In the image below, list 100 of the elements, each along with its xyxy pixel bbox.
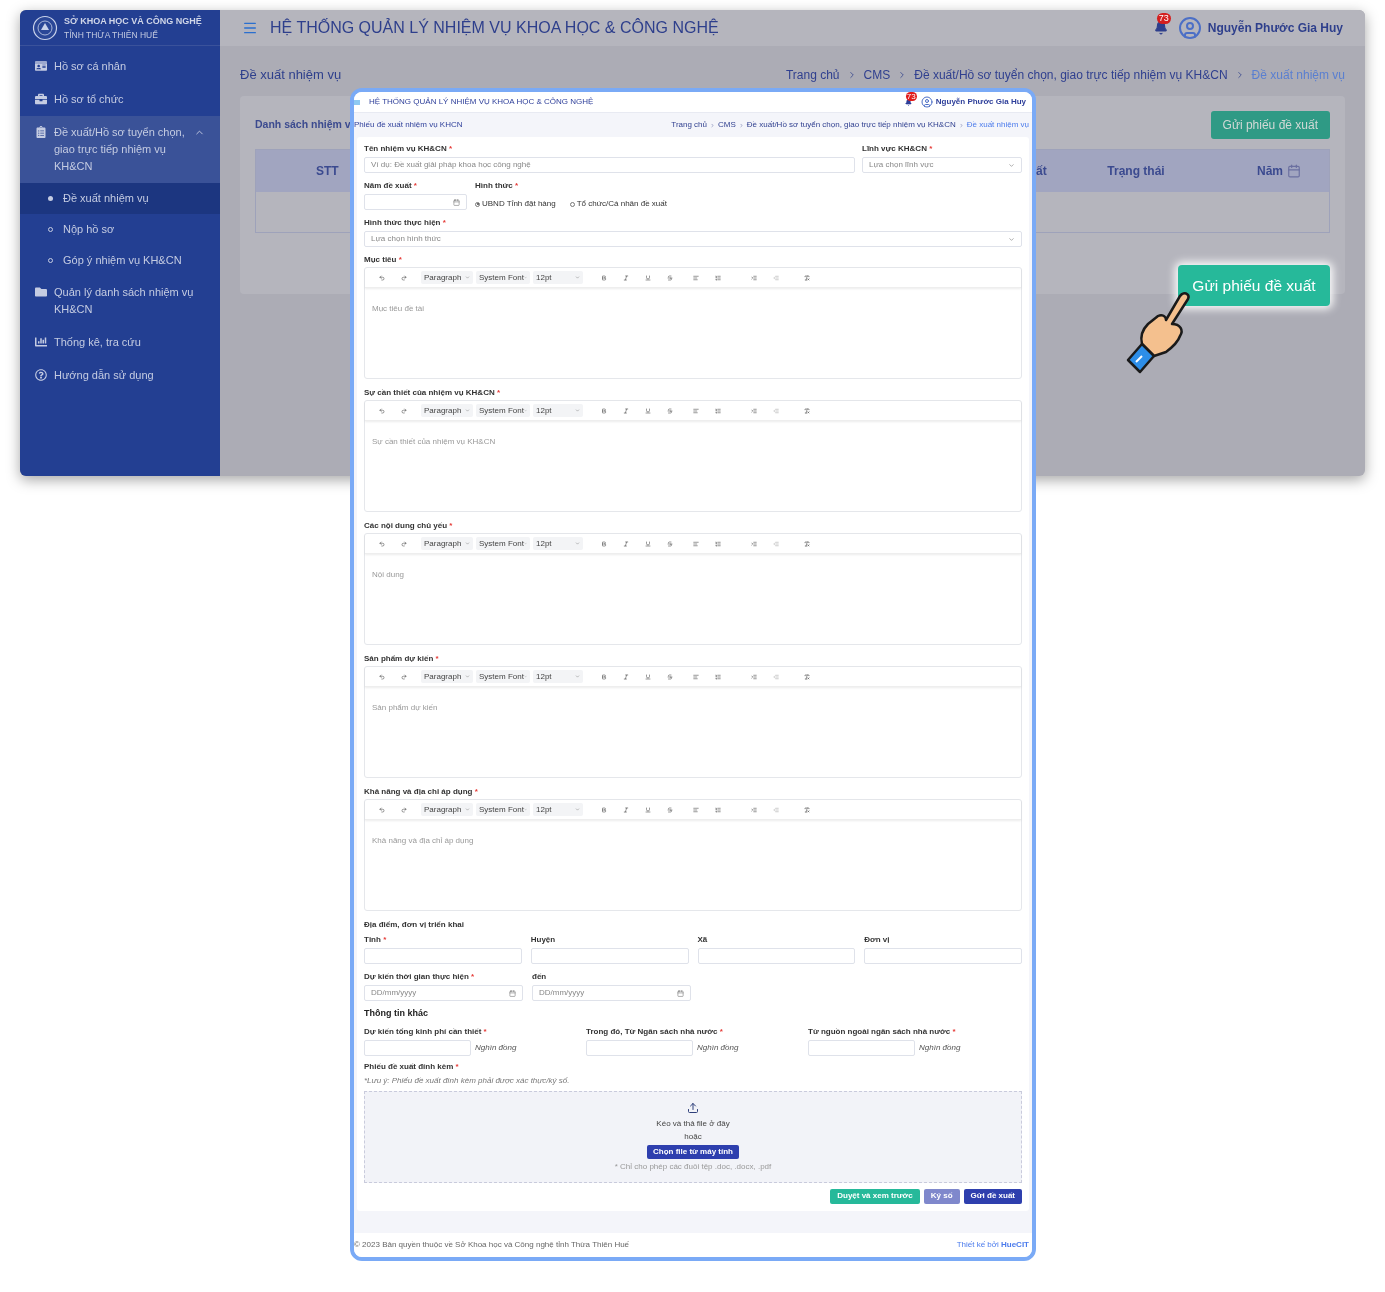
input-field[interactable] [364,194,467,210]
toolbar-dropdown[interactable]: Paragraph [421,537,473,550]
underline-icon[interactable] [645,673,651,680]
input-field[interactable] [808,1039,915,1056]
toolbar-dropdown[interactable]: System Font [476,670,530,683]
select-field[interactable]: Lựa chọn lĩnh vực [862,157,1022,173]
toolbar-dropdown[interactable]: 12pt [533,670,583,683]
indent-icon[interactable] [751,673,757,680]
file-drop-zone[interactable]: Kéo và thả file ở đây hoặc Chọn file từ máy tính * Chỉ cho phép các đuôi tệp .doc, .docx, .pdf [364,1090,1022,1183]
sidebar-item[interactable]: Hướng dẫn sử dụng [20,359,220,392]
align-left-icon[interactable] [693,806,699,813]
menu-icon[interactable] [242,20,258,36]
breadcrumb-link[interactable]: CMS [718,119,736,131]
sidebar-item[interactable]: Quản lý danh sách nhiệm vụ KH&CN [20,276,220,326]
strikethrough-icon[interactable] [667,673,673,680]
toolbar-dropdown[interactable]: 12pt [533,537,583,550]
toolbar-dropdown[interactable]: Paragraph [421,670,473,683]
numbered-list-icon[interactable] [715,540,721,547]
rich-text-editor[interactable]: Paragraph System Font 12pt Mục tiêu đề tài [364,267,1022,379]
undo-icon[interactable] [379,407,385,414]
align-left-icon[interactable] [693,540,699,547]
toolbar-dropdown[interactable]: Paragraph [421,271,473,284]
numbered-list-icon[interactable] [715,673,721,680]
bold-icon[interactable] [601,274,607,281]
italic-icon[interactable] [623,806,629,813]
toolbar-dropdown[interactable]: System Font [476,271,530,284]
strikethrough-icon[interactable] [667,540,673,547]
sidebar-item[interactable]: Hồ sơ cá nhân [20,50,220,83]
redo-icon[interactable] [401,540,407,547]
radio-option[interactable]: UBND Tỉnh đặt hàng [475,198,556,210]
clear-format-icon[interactable] [804,806,810,813]
redo-icon[interactable] [401,673,407,680]
italic-icon[interactable] [623,274,629,281]
choose-file-button[interactable]: Chọn file từ máy tính [647,1144,739,1159]
input-field[interactable] [364,948,522,964]
toolbar-dropdown[interactable]: Paragraph [421,803,473,816]
underline-icon[interactable] [645,540,651,547]
sidebar-subitem[interactable]: Đề xuất nhiệm vụ [20,183,220,214]
strikethrough-icon[interactable] [667,274,673,281]
indent-icon[interactable] [751,407,757,414]
outdent-icon[interactable] [773,274,779,281]
outdent-icon[interactable] [773,806,779,813]
toolbar-dropdown[interactable]: 12pt [533,404,583,417]
rich-text-editor[interactable]: Paragraph System Font 12pt Khả năng và địa chỉ áp dụng [364,799,1022,911]
breadcrumb-link[interactable]: CMS [863,66,891,84]
numbered-list-icon[interactable] [715,407,721,414]
input-field[interactable] [864,948,1022,964]
bold-icon[interactable] [601,806,607,813]
notification-bell-icon[interactable] [904,98,912,106]
menu-icon[interactable] [354,99,360,105]
clear-format-icon[interactable] [804,540,810,547]
redo-icon[interactable] [401,407,407,414]
action-button[interactable]: Gửi đề xuất [963,1188,1022,1204]
align-left-icon[interactable] [693,407,699,414]
clear-format-icon[interactable] [804,673,810,680]
avatar-icon[interactable] [920,96,933,108]
select-field[interactable]: Lựa chọn hình thức [364,231,1022,247]
bold-icon[interactable] [601,407,607,414]
redo-icon[interactable] [401,806,407,813]
breadcrumb-link[interactable]: Trang chủ [671,119,708,131]
radio-option[interactable]: Tổ chức/Cá nhân đề xuất [569,198,667,210]
numbered-list-icon[interactable] [715,274,721,281]
toolbar-dropdown[interactable]: System Font [476,537,530,550]
user-name[interactable]: Nguyễn Phước Gia Huy [1207,19,1343,37]
strikethrough-icon[interactable] [667,806,673,813]
breadcrumb-link[interactable]: Trang chủ [785,66,840,84]
underline-icon[interactable] [645,274,651,281]
indent-icon[interactable] [751,274,757,281]
calendar-icon[interactable] [509,989,516,997]
align-left-icon[interactable] [693,673,699,680]
undo-icon[interactable] [379,274,385,281]
underline-icon[interactable] [645,806,651,813]
sidebar-item[interactable]: Hồ sơ tổ chức [20,83,220,116]
align-left-icon[interactable] [693,274,699,281]
sidebar-subitem[interactable]: Nộp hồ sơ [20,214,220,245]
indent-icon[interactable] [751,806,757,813]
italic-icon[interactable] [623,673,629,680]
breadcrumb-link[interactable]: Đề xuất/Hồ sơ tuyển chọn, giao trực tiếp nhiệm vụ KH&CN [746,119,956,131]
sidebar-item[interactable]: Đề xuất/Hồ sơ tuyển chọn, giao trực tiếp nhiệm vụ KH&CN [20,116,220,183]
breadcrumb-link[interactable]: Đề xuất nhiệm vụ [966,119,1029,131]
avatar-icon[interactable] [1177,16,1202,40]
sidebar-subitem[interactable]: Góp ý nhiệm vụ KH&CN [20,245,220,276]
input-field[interactable]: Ví dụ: Đề xuất giải pháp khoa học công nghệ [364,157,855,173]
redo-icon[interactable] [401,274,407,281]
outdent-icon[interactable] [773,673,779,680]
undo-icon[interactable] [379,540,385,547]
underline-icon[interactable] [645,407,651,414]
strikethrough-icon[interactable] [667,407,673,414]
input-field[interactable]: DD/mm/yyyy [532,985,691,1001]
input-field[interactable] [697,948,856,964]
input-field[interactable] [586,1039,693,1056]
toolbar-dropdown[interactable]: System Font [476,404,530,417]
input-field[interactable]: DD/mm/yyyy [364,985,523,1001]
sidebar-item[interactable]: Thống kê, tra cứu [20,326,220,359]
undo-icon[interactable] [379,806,385,813]
breadcrumb-link[interactable]: Đề xuất/Hồ sơ tuyển chọn, giao trực tiếp nhiệm vụ KH&CN [914,66,1228,84]
bold-icon[interactable] [601,673,607,680]
notification-bell-icon[interactable] [1153,21,1168,35]
calendar-icon[interactable] [453,198,460,206]
italic-icon[interactable] [623,407,629,414]
